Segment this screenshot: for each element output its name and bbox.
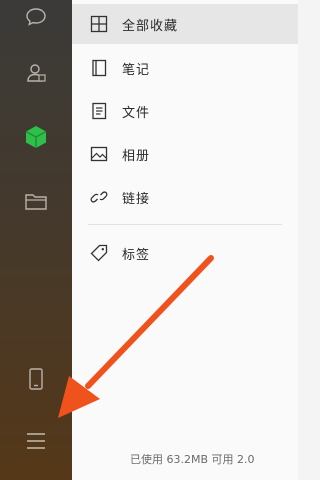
menu-item-notes[interactable]: 笔记 [72,48,298,88]
file-icon [90,102,108,120]
contacts-icon[interactable] [0,58,72,88]
image-icon [90,145,108,163]
menu-item-label: 相册 [122,148,151,164]
menu-item-album[interactable]: 相册 [72,134,298,174]
menu-item-files[interactable]: 文件 [72,91,298,131]
menu-item-tags[interactable]: 标签 [72,233,298,273]
favorites-cube-icon[interactable] [0,122,72,152]
menu-item-label: 标签 [122,247,151,263]
menu-item-all-favorites[interactable]: 全部收藏 [72,4,298,44]
folder-icon[interactable] [0,186,72,216]
menu-item-links[interactable]: 链接 [72,177,298,217]
notebook-icon [90,59,108,77]
phone-icon[interactable] [0,364,72,394]
link-icon [90,188,108,206]
menu-item-label: 全部收藏 [122,18,179,34]
menu-item-label: 笔记 [122,62,151,78]
menu-item-label: 文件 [122,105,151,121]
grid-icon [90,15,108,33]
sidebar-rail [0,0,72,480]
tag-icon [90,244,108,262]
divider [88,224,282,225]
menu-item-label: 链接 [122,191,151,207]
favorites-panel: 全部收藏 笔记 文件 相册 链接 标签 已使用 63.2MB 可用 2.0 [72,0,298,480]
chat-icon[interactable] [0,2,72,32]
storage-usage-text: 已使用 63.2MB 可用 2.0 [130,453,255,466]
menu-icon[interactable] [0,426,72,456]
